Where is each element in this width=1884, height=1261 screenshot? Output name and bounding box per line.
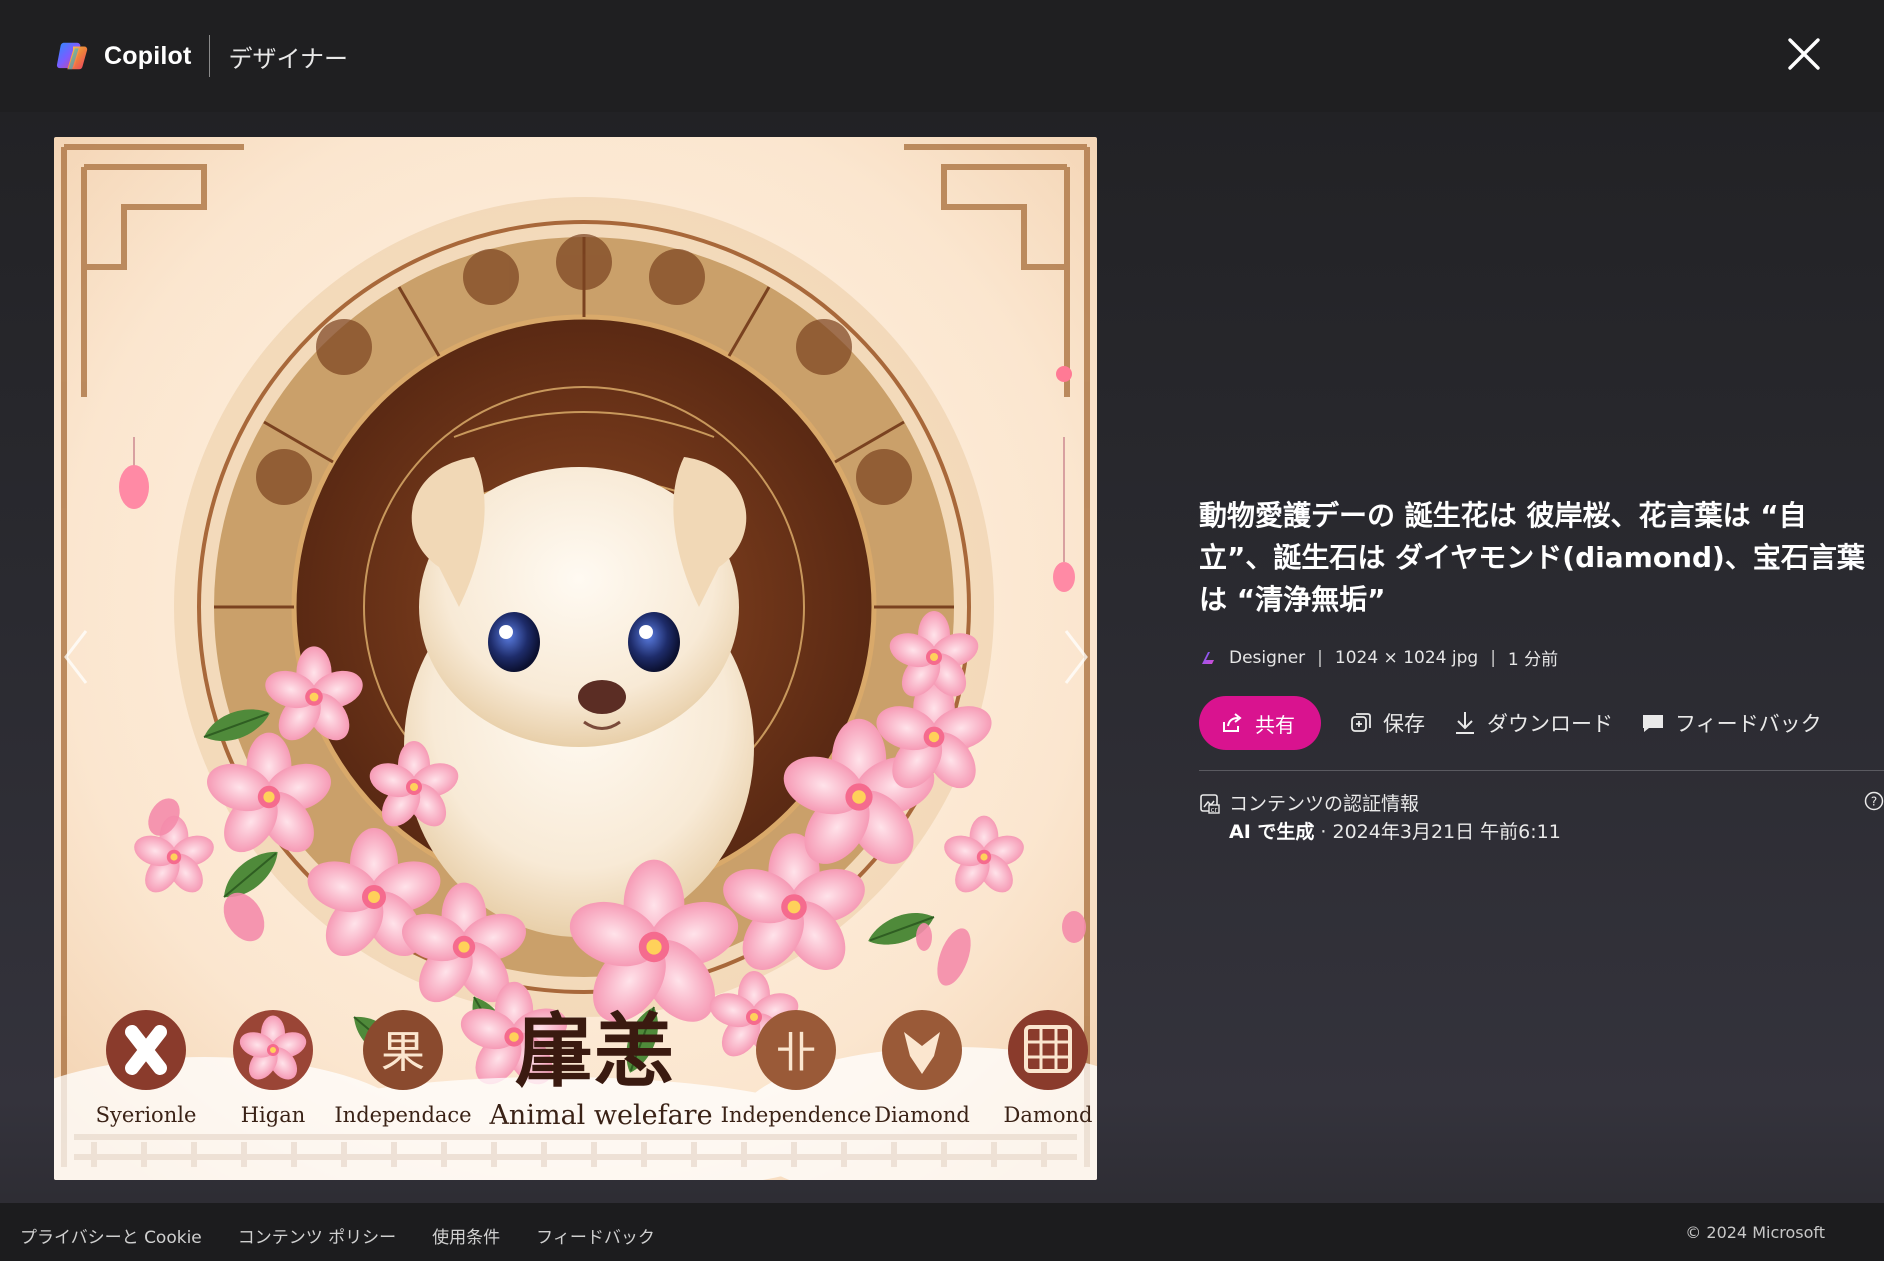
- meta-size: 1024 × 1024 jpg: [1334, 647, 1479, 668]
- save-label: 保存: [1383, 712, 1425, 736]
- download-label: ダウンロード: [1487, 712, 1613, 736]
- feedback-icon: [1643, 715, 1663, 732]
- share-label: 共有: [1255, 712, 1295, 737]
- svg-text:果: 果: [381, 1027, 425, 1078]
- image-caption-3: Independace: [334, 1103, 471, 1127]
- product-name: デザイナー: [228, 44, 349, 73]
- svg-text:cr: cr: [1211, 806, 1218, 814]
- footer-link-feedback[interactable]: フィードバック: [536, 1223, 655, 1248]
- svg-text:?: ?: [1871, 795, 1877, 809]
- content-credentials: cr コンテンツの認証情報 AI で生成 · 2024年3月21日 午前6:11…: [1199, 789, 1884, 849]
- image-caption-4: Animal welefare: [488, 1100, 712, 1131]
- generated-date: · 2024年3月21日 午前6:11: [1314, 821, 1561, 843]
- footer-link-terms[interactable]: 使用条件: [432, 1223, 500, 1248]
- generated-image-artwork: 果 卝 肁恙 Syerionle Higan Independace Anima…: [54, 137, 1097, 1180]
- footer: プライバシーと Cookie コンテンツ ポリシー 使用条件 フィードバック ©…: [0, 1203, 1884, 1261]
- meta-creator: Designer: [1229, 647, 1306, 668]
- share-icon: [1223, 713, 1242, 732]
- details-panel: 動物愛護デーの 誕生花は 彼岸桜、花言葉は “自立”、誕生石は ダイヤモンド(d…: [1199, 495, 1884, 849]
- copyright: © 2024 Microsoft: [1685, 1223, 1825, 1242]
- image-title: 動物愛護デーの 誕生花は 彼岸桜、花言葉は “自立”、誕生石は ダイヤモンド(d…: [1199, 499, 1865, 616]
- close-icon[interactable]: [1786, 36, 1822, 72]
- meta-separator: |: [1490, 647, 1496, 668]
- designer-icon: [1202, 651, 1214, 664]
- save-collection-icon: [1351, 713, 1371, 732]
- feedback-label: フィードバック: [1675, 712, 1822, 736]
- image-caption-1: Syerionle: [96, 1103, 197, 1127]
- ai-generated-label: AI で生成: [1229, 821, 1315, 843]
- divider: [1199, 770, 1884, 771]
- header: Copilot デザイナー: [0, 0, 1884, 112]
- svg-text:卝: 卝: [775, 1028, 817, 1077]
- brand[interactable]: Copilot デザイナー: [54, 35, 349, 77]
- brand-name: Copilot: [104, 41, 192, 70]
- help-icon[interactable]: ?: [1864, 791, 1884, 811]
- image-meta: Designer | 1024 × 1024 jpg | 1 分前: [1199, 645, 1884, 670]
- image-headline-glyphs: 肁恙: [514, 1004, 674, 1098]
- footer-links: プライバシーと Cookie コンテンツ ポリシー 使用条件 フィードバック: [20, 1223, 691, 1248]
- content-credentials-title: コンテンツの認証情報: [1229, 793, 1420, 815]
- feedback-button[interactable]: フィードバック: [1641, 708, 1822, 738]
- generated-image[interactable]: 果 卝 肁恙 Syerionle Higan Independace Anima…: [54, 137, 1097, 1180]
- chevron-right-icon[interactable]: [1058, 625, 1094, 689]
- designer-viewer: Copilot デザイナー 果 卝 肁恙 Syerionle Higan Ind…: [0, 0, 1884, 1261]
- image-caption-5: Independence: [721, 1103, 872, 1127]
- content-credentials-detail: AI で生成 · 2024年3月21日 午前6:11: [1229, 817, 1561, 844]
- meta-time: 1 分前: [1507, 650, 1559, 670]
- image-caption-2: Higan: [241, 1103, 306, 1127]
- meta-separator: |: [1317, 647, 1323, 668]
- chevron-left-icon[interactable]: [58, 625, 94, 689]
- content-credentials-icon: cr: [1200, 794, 1220, 814]
- image-caption-7: Damond: [1004, 1103, 1093, 1127]
- image-caption-6: Diamond: [874, 1103, 970, 1127]
- download-icon: [1456, 712, 1474, 734]
- copilot-logo-icon: [56, 42, 88, 70]
- action-bar: 共有 保存 ダウンロード フィードバック: [1199, 696, 1884, 750]
- brand-separator: [209, 35, 211, 77]
- share-button[interactable]: 共有: [1199, 696, 1321, 750]
- download-button[interactable]: ダウンロード: [1453, 708, 1613, 738]
- footer-link-content-policy[interactable]: コンテンツ ポリシー: [238, 1223, 396, 1248]
- save-button[interactable]: 保存: [1349, 708, 1425, 738]
- footer-link-privacy[interactable]: プライバシーと Cookie: [20, 1223, 202, 1248]
